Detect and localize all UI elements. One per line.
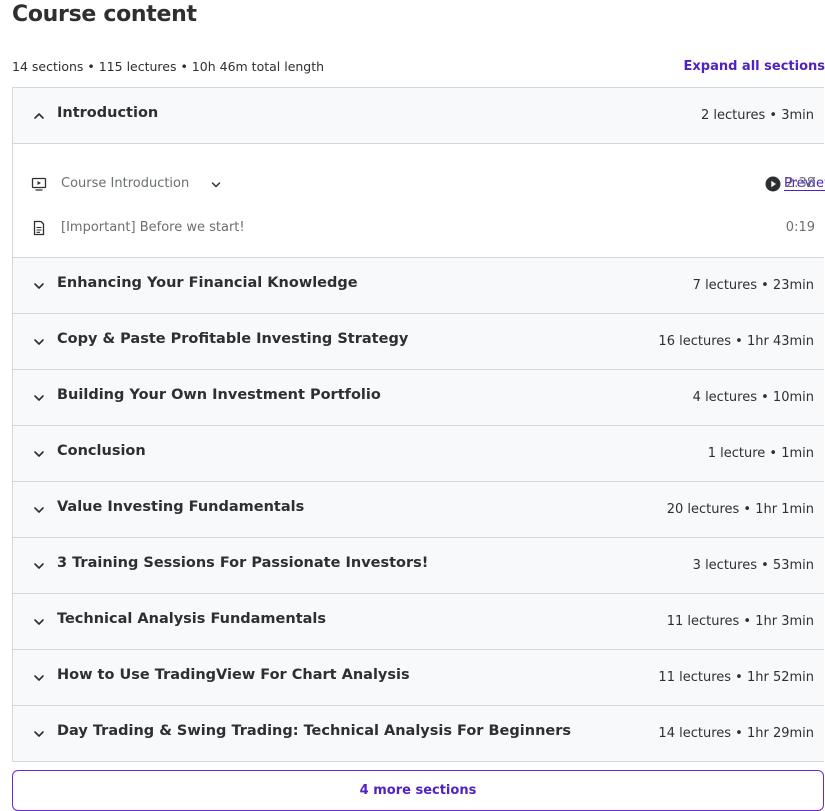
section-header[interactable]: Conclusion 1 lecture • 1min [13,426,824,482]
chevron-down-icon [34,731,44,737]
section-stats: 2 lectures • 3min [700,108,814,123]
section-header[interactable]: 3 Training Sessions For Passionate Inves… [13,538,824,594]
section-stats: 16 lectures • 1hr 43min [658,334,814,349]
course-meta: 14 sections • 115 lectures • 10h 46m tot… [12,59,325,74]
section-title: Building Your Own Investment Portfolio [57,387,381,403]
section-title: Enhancing Your Financial Knowledge [57,275,358,291]
lecture-item[interactable]: [Important] Before we start! 0:19 [13,217,825,241]
lecture-title: Course Introduction [61,176,190,191]
section-stats: 11 lectures • 1hr 3min [666,614,814,629]
chevron-up-icon [34,113,44,119]
section-title: 3 Training Sessions For Passionate Inves… [57,555,429,571]
section-header[interactable]: Value Investing Fundamentals 20 lectures… [13,482,824,538]
expand-all-sections-button[interactable]: Expand all sections [684,59,825,74]
curriculum-list: Introduction 2 lectures • 3min Course In… [12,87,825,762]
chevron-down-icon [34,283,44,289]
section-title: Technical Analysis Fundamentals [57,611,327,627]
chevron-down-icon [34,507,44,513]
course-meta-row: 14 sections • 115 lectures • 10h 46m tot… [12,59,825,77]
chevron-down-icon [34,675,44,681]
lecture-duration: 2:38 [785,176,815,191]
section-header[interactable]: Enhancing Your Financial Knowledge 7 lec… [13,258,824,314]
section-header[interactable]: How to Use TradingView For Chart Analysi… [13,650,824,706]
section-title: Copy & Paste Profitable Investing Strate… [57,331,409,347]
section-stats: 14 lectures • 1hr 29min [658,726,814,741]
more-sections-button[interactable]: 4 more sections [12,770,824,811]
chevron-down-icon[interactable] [211,181,221,189]
section-header-introduction[interactable]: Introduction 2 lectures • 3min [13,88,824,144]
section-title: Value Investing Fundamentals [57,499,305,515]
chevron-down-icon [34,339,44,345]
section-header[interactable]: Day Trading & Swing Trading: Technical A… [13,706,824,761]
chevron-down-icon [34,619,44,625]
chevron-down-icon [34,563,44,569]
section-title: How to Use TradingView For Chart Analysi… [57,667,410,683]
lecture-item[interactable]: Course Introduction Preview 2:38 [13,173,825,197]
section-stats: 4 lectures • 10min [692,390,814,405]
play-circle-icon [765,176,781,192]
section-title: Introduction [57,105,159,121]
section-title: Day Trading & Swing Trading: Technical A… [57,723,572,739]
page-title: Course content [12,2,197,27]
section-header[interactable]: Building Your Own Investment Portfolio 4… [13,370,824,426]
lecture-title: [Important] Before we start! [61,220,245,235]
article-icon [33,220,45,236]
section-header[interactable]: Copy & Paste Profitable Investing Strate… [13,314,824,370]
section-stats: 11 lectures • 1hr 52min [658,670,814,685]
section-stats: 20 lectures • 1hr 1min [666,502,814,517]
chevron-down-icon [34,451,44,457]
section-lectures-introduction: Course Introduction Preview 2:38 [Import… [13,144,825,258]
chevron-down-icon [34,395,44,401]
section-stats: 7 lectures • 23min [692,278,814,293]
video-icon [31,177,47,191]
section-stats: 1 lecture • 1min [707,446,814,461]
lecture-duration: 0:19 [785,220,815,235]
section-stats: 3 lectures • 53min [692,558,814,573]
section-header[interactable]: Technical Analysis Fundamentals 11 lectu… [13,594,824,650]
section-title: Conclusion [57,443,146,459]
